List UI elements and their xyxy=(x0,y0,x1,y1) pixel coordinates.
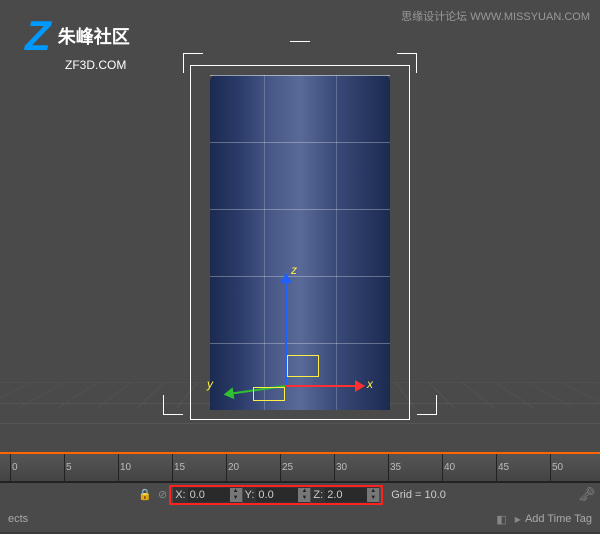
timeline-label: 40 xyxy=(444,462,455,473)
z-label: Z: xyxy=(311,489,325,501)
logo-letter: Z xyxy=(25,12,51,60)
add-time-tag-label: Add Time Tag xyxy=(525,513,592,525)
timeline-label: 50 xyxy=(552,462,563,473)
3d-viewport[interactable]: Z 朱峰社区 ZF3D.COM 思缘设计论坛 WWW.MISSYUAN.COM xyxy=(0,0,600,454)
prompt-bar: ects ◧ Add Time Tag xyxy=(0,506,600,532)
x-label: X: xyxy=(173,489,187,501)
edge-vertical xyxy=(336,75,337,410)
lock-icon[interactable]: 🔒 xyxy=(138,488,152,502)
timeline-tick xyxy=(10,454,11,482)
x-coord-group: X: ▲▼ xyxy=(173,487,241,503)
timeline-panel: 0 5 10 15 20 25 30 35 40 45 50 🔒 ⊘ X: ▲▼ xyxy=(0,454,600,534)
y-input[interactable] xyxy=(256,488,298,502)
timeline-label: 20 xyxy=(228,462,239,473)
timeline-label: 10 xyxy=(120,462,131,473)
timeline-tick xyxy=(496,454,497,482)
timeline-tick xyxy=(118,454,119,482)
y-coord-group: Y: ▲▼ xyxy=(243,487,311,503)
timeline-label: 30 xyxy=(336,462,347,473)
timeline-label: 0 xyxy=(12,462,18,473)
cube-icon[interactable]: ◧ xyxy=(496,513,506,526)
coordinate-status-bar: 🔒 ⊘ X: ▲▼ Y: ▲▼ Z: ▲▼ Grid = 10.0 🗝 xyxy=(0,482,600,506)
timeline-tick xyxy=(334,454,335,482)
axis-label-z: z xyxy=(291,263,297,277)
z-coord-group: Z: ▲▼ xyxy=(311,487,379,503)
timeline-tick xyxy=(442,454,443,482)
logo-url: ZF3D.COM xyxy=(65,58,130,72)
timeline-label: 25 xyxy=(282,462,293,473)
watermark-right: 思缘设计论坛 WWW.MISSYUAN.COM xyxy=(401,8,590,24)
watermark-left: Z 朱峰社区 ZF3D.COM xyxy=(25,12,130,72)
edge-loop xyxy=(210,142,390,143)
timeline-tick xyxy=(550,454,551,482)
timeline-tick xyxy=(280,454,281,482)
y-label: Y: xyxy=(243,489,257,501)
grid-label: Grid = 10.0 xyxy=(391,489,446,501)
right-controls: ◧ Add Time Tag xyxy=(496,513,592,526)
z-input[interactable] xyxy=(325,488,367,502)
timeline-label: 15 xyxy=(174,462,185,473)
gizmo-plane-zx[interactable] xyxy=(287,355,319,377)
ground-line xyxy=(0,423,600,424)
z-spinner[interactable]: ▲▼ xyxy=(367,488,379,502)
edge-loop xyxy=(210,343,390,344)
x-input[interactable] xyxy=(188,488,230,502)
timeline-tick xyxy=(226,454,227,482)
timeline-label: 5 xyxy=(66,462,72,473)
logo-title-cn: 朱峰社区 xyxy=(58,23,130,49)
axis-label-x: x xyxy=(367,377,373,391)
timeline-tick xyxy=(172,454,173,482)
coordinate-highlight: X: ▲▼ Y: ▲▼ Z: ▲▼ xyxy=(169,485,383,505)
edge-vertical xyxy=(264,75,265,410)
timeline-label: 45 xyxy=(498,462,509,473)
timeline-tick xyxy=(64,454,65,482)
edge-loop xyxy=(210,209,390,210)
gizmo-plane-xy[interactable] xyxy=(253,387,285,401)
x-spinner[interactable]: ▲▼ xyxy=(230,488,242,502)
cage-corner xyxy=(163,395,183,415)
autokey-icon[interactable]: 🗝 xyxy=(578,486,596,503)
cage-corner xyxy=(417,395,437,415)
y-spinner[interactable]: ▲▼ xyxy=(298,488,310,502)
add-time-tag-button[interactable]: Add Time Tag xyxy=(515,513,592,525)
edge-loop xyxy=(210,276,390,277)
selection-lock-icon[interactable]: ⊘ xyxy=(158,488,167,501)
cage-corner xyxy=(290,41,310,61)
axis-label-y: y xyxy=(207,377,213,391)
timeline-ruler[interactable]: 0 5 10 15 20 25 30 35 40 45 50 xyxy=(0,454,600,482)
timeline-tick xyxy=(388,454,389,482)
prompt-text: ects xyxy=(8,513,28,525)
timeline-label: 35 xyxy=(390,462,401,473)
gizmo-x-axis[interactable] xyxy=(285,385,363,387)
